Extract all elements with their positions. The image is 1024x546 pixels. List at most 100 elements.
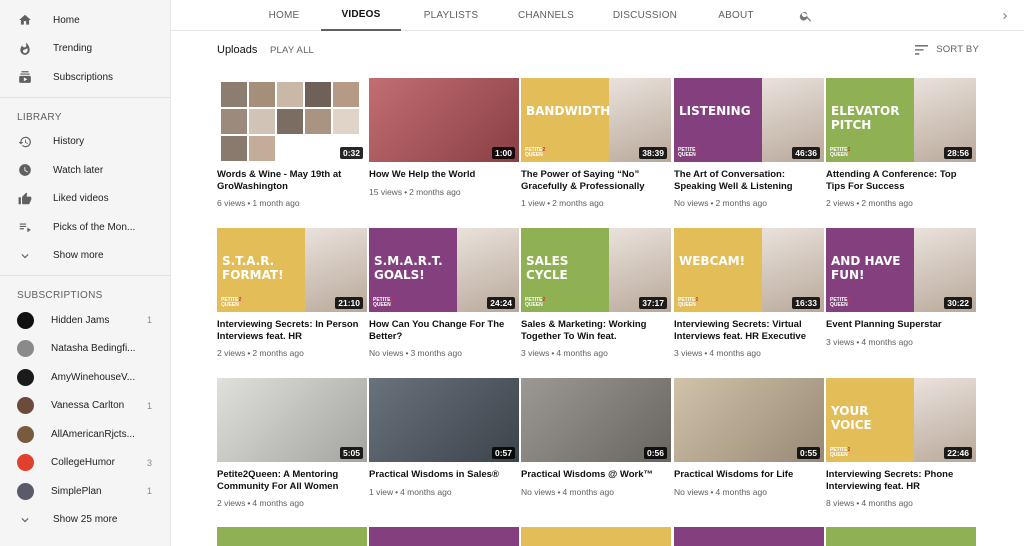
tab-videos[interactable]: VIDEOS — [321, 0, 401, 31]
video-title[interactable]: The Art of Conversation: Speaking Well &… — [674, 169, 824, 192]
sidebar-item-picks-of-the-month[interactable]: Picks of the Mon... — [0, 213, 170, 242]
subscription-name: Vanessa Carlton — [51, 400, 125, 412]
channel-tabs: HOME VIDEOS PLAYLISTS CHANNELS DISCUSSIO… — [171, 0, 1024, 31]
tab-home[interactable]: HOME — [254, 0, 314, 31]
sort-by-button[interactable]: SORT BY — [915, 44, 979, 55]
video-title[interactable]: Sales & Marketing: Working Together To W… — [521, 319, 671, 342]
video-title[interactable]: How Can You Change For The Better? — [369, 319, 519, 342]
video-card[interactable]: S.T.A.R. FORMAT! PETITE2 QUEEN 21:10 Intervi… — [217, 228, 367, 358]
video-title[interactable]: Practical Wisdoms in Sales® — [369, 469, 519, 481]
video-thumbnail[interactable]: 0:56 — [521, 378, 671, 462]
video-meta: No views • 3 months ago — [369, 348, 519, 358]
show-more-subscriptions[interactable]: Show 25 more — [0, 506, 170, 535]
subscription-item[interactable]: CollegeHumor 3 — [0, 449, 170, 478]
subscription-item[interactable]: Vanessa Carlton 1 — [0, 392, 170, 421]
subscription-item[interactable]: SimplePlan 1 — [0, 477, 170, 506]
video-thumbnail[interactable]: WEBCAM! PETITE2 QUEEN 16:33 — [674, 228, 824, 312]
video-title[interactable]: Event Planning Superstar — [826, 319, 976, 331]
thumbnail-headline: WEBCAM! — [679, 254, 746, 268]
video-thumbnail[interactable]: SALES CYCLE PETITE2 QUEEN 37:17 — [521, 228, 671, 312]
thumbnail-headline: S.M.A.R.T. GOALS! — [374, 254, 443, 282]
tab-about[interactable]: ABOUT — [701, 0, 771, 31]
view-count: No views — [369, 348, 404, 358]
subscription-item[interactable]: Hidden Jams 1 — [0, 306, 170, 335]
sidebar-item-trending[interactable]: Trending — [0, 35, 170, 64]
video-title[interactable]: Words & Wine - May 19th at GroWashington — [217, 169, 367, 192]
video-card[interactable] — [674, 527, 824, 546]
tab-discussion[interactable]: DISCUSSION — [604, 0, 686, 31]
video-title[interactable]: Practical Wisdoms @ Work™ — [521, 469, 671, 481]
video-card[interactable]: WEBCAM! PETITE2 QUEEN 16:33 Interviewing Sec… — [674, 228, 824, 358]
video-title[interactable]: Interviewing Secrets: In Person Intervie… — [217, 319, 367, 342]
video-title[interactable]: Petite2Queen: A Mentoring Community For … — [217, 469, 367, 492]
video-card[interactable]: S.M.A.R.T. GOALS! PETITE2 QUEEN 24:24 How Ca… — [369, 228, 519, 358]
subscription-item[interactable]: AmyWinehouseV... — [0, 363, 170, 392]
sidebar-item-liked-videos[interactable]: Liked videos — [0, 185, 170, 214]
video-thumbnail[interactable]: AND HAVE FUN! PETITE2 QUEEN 30:22 — [826, 228, 976, 312]
collage-photo — [221, 109, 247, 134]
tab-channels[interactable]: CHANNELS — [506, 0, 586, 31]
video-title[interactable]: How We Help the World — [369, 169, 519, 181]
video-thumbnail[interactable]: 0:57 — [369, 378, 519, 462]
view-count: No views — [674, 198, 709, 208]
sidebar-show-more[interactable]: Show more — [0, 242, 170, 271]
video-title[interactable]: The Power of Saying “No” Gracefully & Pr… — [521, 169, 671, 192]
video-card[interactable]: AND HAVE FUN! PETITE2 QUEEN 30:22 Event Plan… — [826, 228, 976, 347]
video-card[interactable]: 0:32 Words & Wine - May 19th at GroWashin… — [217, 78, 367, 208]
collage-photo — [277, 82, 303, 107]
subscription-item[interactable]: Natasha Bedingfi... — [0, 335, 170, 364]
brand-logo: PETITE2 QUEEN — [525, 147, 546, 158]
upload-age: 2 months ago — [252, 348, 304, 358]
video-card[interactable]: 0:57 Practical Wisdoms in Sales® 1 view • 4 … — [369, 378, 519, 497]
collage-photo — [249, 82, 275, 107]
upload-age: 4 months ago — [861, 498, 913, 508]
search-icon[interactable] — [795, 0, 817, 31]
video-duration: 37:17 — [639, 297, 667, 309]
tab-playlists[interactable]: PLAYLISTS — [411, 0, 491, 31]
video-duration: 0:56 — [643, 447, 667, 459]
sidebar-item-history[interactable]: History — [0, 128, 170, 157]
video-duration: 16:33 — [792, 297, 820, 309]
video-meta: 15 views • 2 months ago — [369, 187, 519, 197]
video-thumbnail[interactable]: BANDWIDTH PETITE2 QUEEN 38:39 — [521, 78, 671, 162]
video-card[interactable] — [826, 527, 976, 546]
video-card[interactable]: BANDWIDTH PETITE2 QUEEN 38:39 The Power of S… — [521, 78, 671, 208]
video-title[interactable]: Interviewing Secrets: Phone Interviewing… — [826, 469, 976, 492]
video-card[interactable]: 1:00 How We Help the World 15 views • 2 mont… — [369, 78, 519, 197]
video-card[interactable] — [369, 527, 519, 546]
video-card[interactable]: LISTENING PETITE2 QUEEN 46:36 The Art of Con… — [674, 78, 824, 208]
video-card[interactable]: 5:05 Petite2Queen: A Mentoring Community … — [217, 378, 367, 508]
video-title[interactable]: Interviewing Secrets: Virtual Interviews… — [674, 319, 824, 342]
view-count: 15 views — [369, 186, 403, 197]
chevron-right-icon[interactable] — [995, 0, 1015, 31]
video-card[interactable] — [521, 527, 671, 546]
video-card[interactable]: 0:56 Practical Wisdoms @ Work™ No views • 4 … — [521, 378, 671, 497]
video-thumbnail[interactable]: 0:55 — [674, 378, 824, 462]
video-thumbnail[interactable]: ELEVATOR PITCH PETITE2 QUEEN 28:56 — [826, 78, 976, 162]
video-card[interactable] — [217, 527, 367, 546]
video-thumbnail[interactable]: 1:00 — [369, 78, 519, 162]
video-thumbnail[interactable]: S.M.A.R.T. GOALS! PETITE2 QUEEN 24:24 — [369, 228, 519, 312]
video-title[interactable]: Attending A Conference: Top Tips For Suc… — [826, 169, 976, 192]
video-card[interactable]: 0:55 Practical Wisdoms for Life No views • 4… — [674, 378, 824, 497]
collage-photo — [305, 82, 331, 107]
video-thumbnail[interactable]: S.T.A.R. FORMAT! PETITE2 QUEEN 21:10 — [217, 228, 367, 312]
video-duration: 24:24 — [487, 297, 515, 309]
subscription-item[interactable]: AllAmericanRjcts... — [0, 420, 170, 449]
sidebar-item-home[interactable]: Home — [0, 6, 170, 35]
video-thumbnail[interactable]: 5:05 — [217, 378, 367, 462]
video-thumbnail[interactable]: YOUR VOICE PETITE2 QUEEN 22:46 — [826, 378, 976, 462]
play-all-button[interactable]: PLAY ALL — [270, 45, 314, 56]
video-title[interactable]: Practical Wisdoms for Life — [674, 469, 824, 481]
video-card[interactable]: ELEVATOR PITCH PETITE2 QUEEN 28:56 Attending… — [826, 78, 976, 208]
sidebar-item-subscriptions[interactable]: Subscriptions — [0, 63, 170, 92]
sidebar-item-watch-later[interactable]: Watch later — [0, 156, 170, 185]
chevron-down-icon — [18, 513, 32, 527]
video-card[interactable]: SALES CYCLE PETITE2 QUEEN 37:17 Sales & Mark… — [521, 228, 671, 358]
video-card[interactable]: YOUR VOICE PETITE2 QUEEN 22:46 Interviewing … — [826, 378, 976, 508]
upload-age: 4 months ago — [861, 336, 913, 347]
video-meta: 3 views • 4 months ago — [521, 348, 671, 358]
video-thumbnail[interactable]: 0:32 — [217, 78, 367, 162]
video-thumbnail[interactable]: LISTENING PETITE2 QUEEN 46:36 — [674, 78, 824, 162]
upload-age: 4 months ago — [400, 486, 452, 497]
